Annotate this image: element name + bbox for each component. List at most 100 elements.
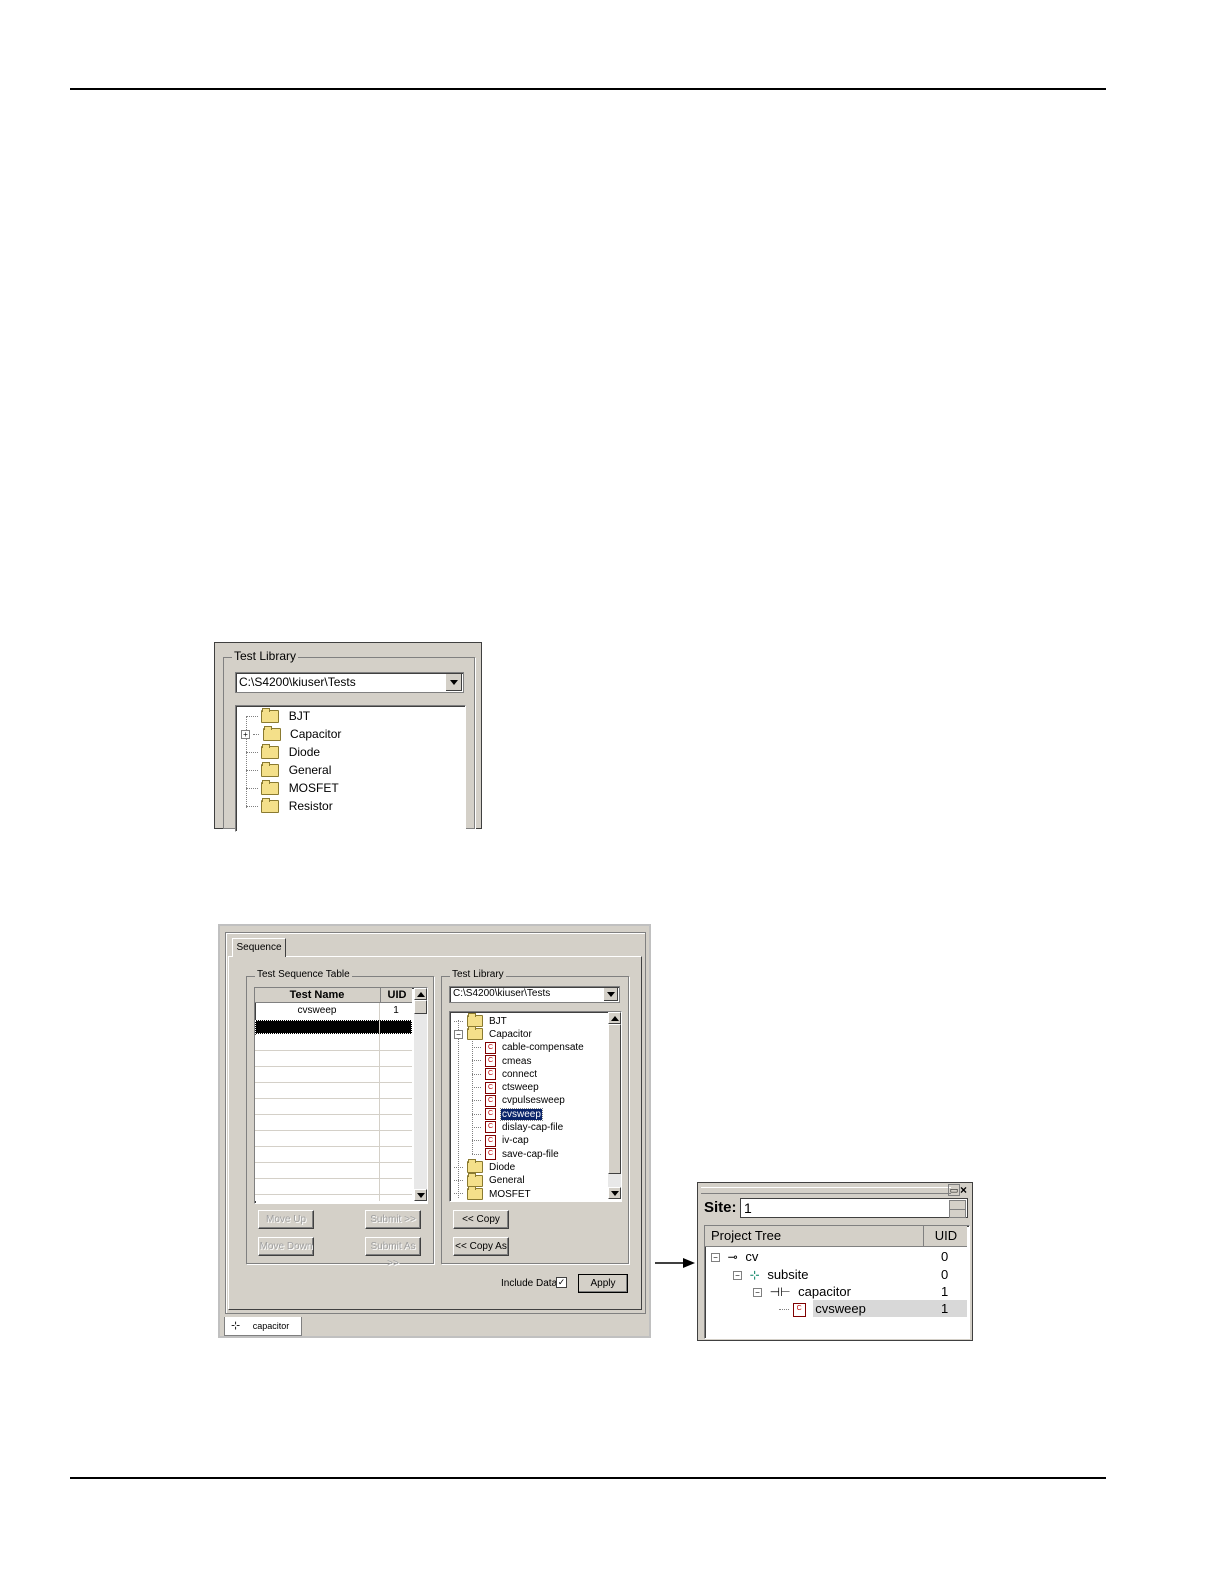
tree-item-bjt[interactable]: BJT	[246, 708, 311, 724]
library-tree-items: BJT − Capacitor Ccable-compensate Ccmeas Ccon…	[450, 1012, 608, 1201]
library-tree[interactable]: BJT + Capacitor Diode General MOSFET Res…	[235, 705, 466, 832]
tree-folder-item[interactable]: Diode	[454, 1159, 516, 1174]
chevron-down-icon[interactable]	[445, 674, 462, 691]
header-test-name[interactable]: Test Name	[255, 988, 379, 1002]
tree-guide-line	[454, 1166, 463, 1168]
header-uid[interactable]: UID	[380, 988, 413, 1002]
folder-icon	[261, 744, 280, 760]
tree-test-item[interactable]: Cconnect	[472, 1068, 538, 1081]
submit-button[interactable]: Submit >>	[365, 1210, 421, 1229]
tree-item-label: Resistor	[288, 799, 333, 813]
project-tree[interactable]: Project Tree UID − ⊸ cv 0 − ⊹ subsite 0 …	[704, 1225, 970, 1339]
table-scrollbar[interactable]	[414, 988, 427, 1201]
collapse-minus-icon[interactable]: −	[753, 1288, 762, 1298]
library-scrollbar[interactable]	[608, 1012, 621, 1199]
tree-test-item[interactable]: Csave-cap-file	[472, 1148, 560, 1161]
bottom-tab-capacitor[interactable]: ⊹ capacitor	[224, 1317, 302, 1336]
header-uid[interactable]: UID	[923, 1226, 968, 1246]
tree-folder-item[interactable]: BJT	[454, 1013, 508, 1028]
scroll-up-icon[interactable]	[608, 1012, 621, 1024]
close-icon[interactable]: ×	[960, 1183, 967, 1197]
tree-item-label: cmeas	[502, 1055, 532, 1067]
scroll-thumb[interactable]	[414, 1000, 427, 1014]
expand-plus-icon[interactable]: +	[241, 730, 250, 740]
scroll-down-icon[interactable]	[414, 1189, 427, 1201]
test-file-icon: C	[485, 1041, 496, 1054]
table-row-selected[interactable]	[255, 1020, 412, 1034]
site-input[interactable]: 1	[740, 1198, 968, 1218]
site-spin-down-icon[interactable]	[949, 1209, 966, 1218]
chevron-down-icon[interactable]	[603, 988, 618, 1001]
collapse-minus-icon[interactable]: −	[711, 1253, 720, 1263]
tree-item-diode[interactable]: Diode	[246, 744, 321, 760]
table-row[interactable]: cvsweep 1	[255, 1003, 412, 1019]
tree-test-item[interactable]: Cctsweep	[472, 1081, 540, 1095]
tree-guide-line	[472, 1100, 481, 1102]
tree-item-label: dislay-cap-file	[502, 1122, 564, 1134]
site-label: Site:	[704, 1199, 737, 1216]
include-data-checkbox[interactable]: ✓	[556, 1277, 567, 1288]
tree-item-general[interactable]: General	[246, 762, 331, 778]
tree-guide-line	[472, 1126, 481, 1128]
folder-icon	[467, 1185, 483, 1200]
tree-test-item[interactable]: Ccable-compensate	[472, 1041, 585, 1055]
restore-icon[interactable]: ▭	[948, 1184, 960, 1196]
submit-as-button[interactable]: Submit As >>	[365, 1237, 421, 1269]
copy-button[interactable]: << Copy	[453, 1210, 509, 1229]
tree-item-label: BJT	[489, 1015, 507, 1027]
tree-item-mosfet[interactable]: MOSFET	[246, 780, 339, 796]
scroll-thumb[interactable]	[608, 1024, 621, 1174]
library-path-value: C:\S4200\kiuser\Tests	[239, 675, 356, 689]
sequence-table[interactable]: Test Name UID cvsweep 1	[254, 987, 428, 1204]
folder-icon	[467, 1172, 483, 1187]
panel-grip[interactable]	[701, 1187, 951, 1194]
tree-item-label: Capacitor	[290, 727, 342, 741]
top-rule	[70, 88, 1106, 90]
tree-folder-item[interactable]: General	[454, 1172, 526, 1188]
test-library-label: Test Library	[232, 649, 299, 663]
tree-row-cvsweep[interactable]: C cvsweep 1	[779, 1301, 967, 1317]
tree-row-subsite[interactable]: − ⊹ subsite 0	[733, 1267, 967, 1282]
test-file-icon: C	[485, 1094, 496, 1107]
scroll-down-icon[interactable]	[608, 1187, 621, 1199]
tree-item-label: BJT	[288, 709, 311, 723]
folder-icon	[467, 1013, 483, 1027]
header-project-tree[interactable]: Project Tree	[711, 1228, 781, 1243]
library-path-dropdown[interactable]: C:\S4200\kiuser\Tests	[235, 672, 464, 693]
tree-guide-line	[472, 1060, 481, 1062]
tree-test-item[interactable]: Ccvpulsesweep	[472, 1094, 566, 1108]
tree-folder-item[interactable]: − Capacitor	[454, 1026, 533, 1041]
folder-icon	[261, 762, 280, 778]
tree-row-capacitor[interactable]: − ⊣⊢ capacitor 1	[753, 1284, 967, 1299]
tree-test-item[interactable]: Cdislay-cap-file	[472, 1121, 564, 1134]
copy-as-button[interactable]: << Copy As	[453, 1237, 509, 1256]
tab-sequence[interactable]: Sequence	[232, 938, 286, 957]
sequence-window: Sequence Test Sequence Table Test Name U…	[218, 924, 651, 1338]
scroll-up-icon[interactable]	[414, 988, 427, 1000]
tree-item-resistor[interactable]: Resistor	[246, 798, 333, 814]
tree-row-cv[interactable]: − ⊸ cv 0	[711, 1249, 967, 1264]
test-file-icon: C	[792, 1302, 806, 1317]
library-path-dropdown[interactable]: C:\S4200\kiuser\Tests	[449, 986, 620, 1003]
move-down-button[interactable]: Move Down	[258, 1237, 314, 1256]
tree-item-capacitor[interactable]: + Capacitor	[241, 726, 342, 742]
tree-test-item[interactable]: Civ-cap	[472, 1134, 530, 1148]
move-up-button[interactable]: Move Up	[258, 1210, 314, 1229]
library-tree[interactable]: BJT − Capacitor Ccable-compensate Ccmeas Ccon…	[449, 1011, 622, 1202]
collapse-minus-icon[interactable]: −	[454, 1029, 463, 1039]
tree-test-item[interactable]: Ccmeas	[472, 1054, 532, 1068]
collapse-minus-icon[interactable]: −	[733, 1271, 742, 1281]
tree-test-item[interactable]: Ccvsweep	[472, 1107, 543, 1121]
cell-test-name: cvsweep	[297, 1005, 337, 1016]
apply-button[interactable]: Apply	[578, 1274, 628, 1293]
tree-guide-line	[472, 1153, 481, 1155]
tree-item-label: ctsweep	[502, 1082, 539, 1094]
tree-row-uid: 0	[941, 1267, 949, 1282]
tree-item-label: cvpulsesweep	[502, 1095, 565, 1107]
tree-item-label: cable-compensate	[502, 1042, 584, 1054]
tree-folder-item[interactable]: MOSFET	[454, 1185, 532, 1201]
tree-item-label: Diode	[288, 745, 321, 759]
tree-item-label: General	[489, 1175, 525, 1187]
table-header: Test Name UID	[255, 988, 412, 1003]
site-value: 1	[744, 1200, 752, 1216]
